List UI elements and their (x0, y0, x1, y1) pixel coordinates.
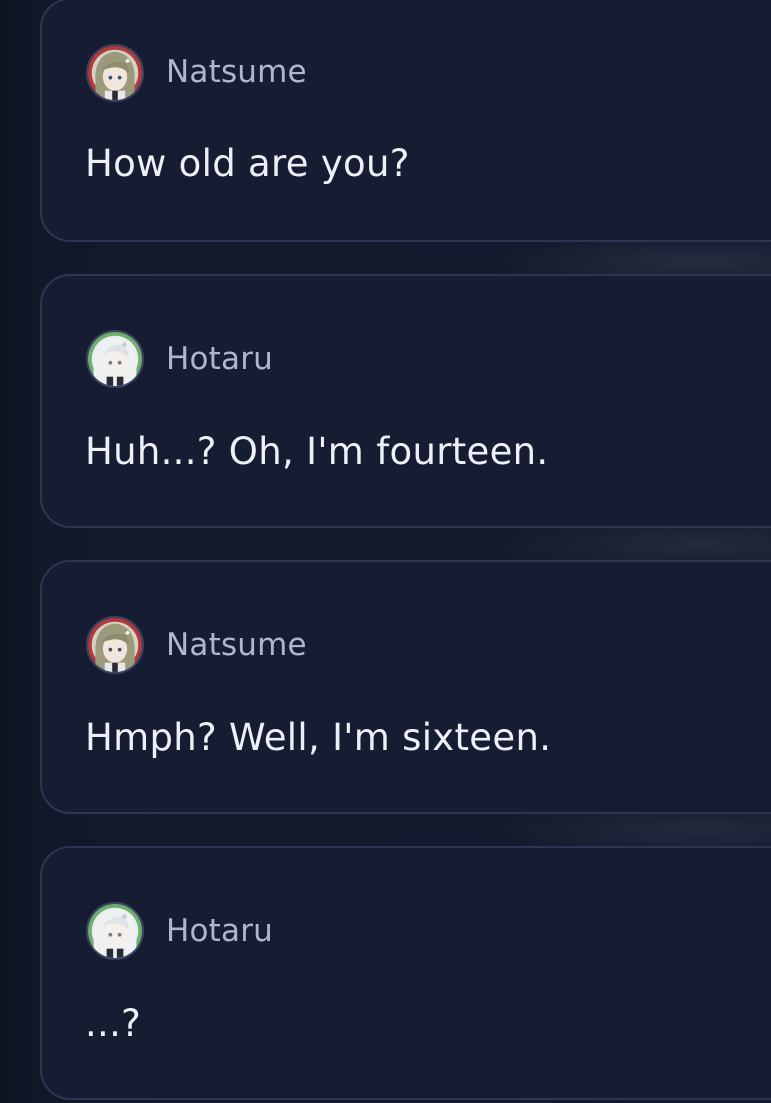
message-card: Hotaru ...? (40, 846, 771, 1100)
message-text: ...? (85, 1002, 142, 1045)
message-card: Natsume Hmph? Well, I'm sixteen. (40, 560, 771, 814)
message-text: How old are you? (85, 142, 410, 185)
message-text: Hmph? Well, I'm sixteen. (85, 716, 552, 759)
message-text: Huh...? Oh, I'm fourteen. (85, 430, 549, 473)
hotaru-avatar-icon (86, 330, 144, 388)
natsume-avatar-icon (86, 616, 144, 674)
message-card: Hotaru Huh...? Oh, I'm fourteen. (40, 274, 771, 528)
sender-name: Hotaru (166, 913, 274, 949)
message-list: Natsume How old are you? Hotaru Huh...? … (0, 0, 771, 1103)
sender-name: Natsume (166, 54, 307, 90)
natsume-avatar-icon (86, 44, 144, 102)
hotaru-avatar-icon (86, 902, 144, 960)
message-card: Natsume How old are you? (40, 0, 771, 242)
sender-name: Hotaru (166, 341, 274, 377)
sender-name: Natsume (166, 627, 307, 663)
